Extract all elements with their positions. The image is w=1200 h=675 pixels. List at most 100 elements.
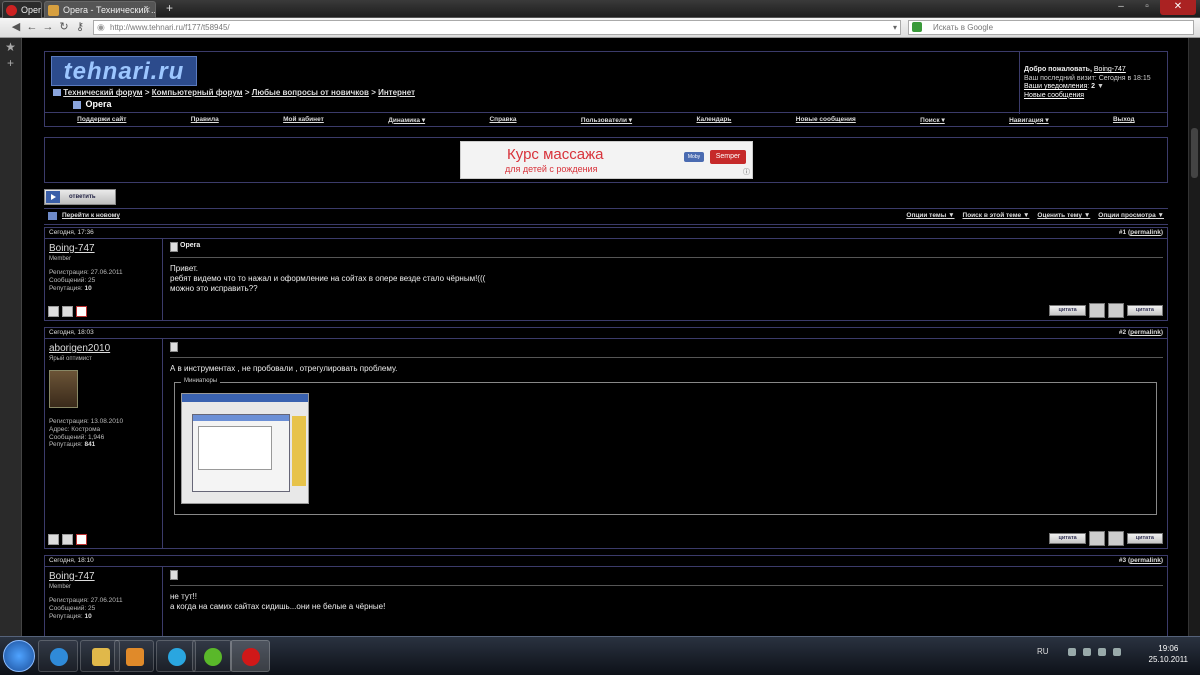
user-menu-icon[interactable] bbox=[62, 534, 73, 545]
post-body: Opera Привет. ребят видемо что то нажал … bbox=[164, 239, 1167, 320]
close-window-icon[interactable]: ✕ bbox=[1160, 0, 1196, 15]
nav-rules[interactable]: Правила bbox=[191, 116, 219, 123]
breadcrumb: Технический форум > Компьютерный форум >… bbox=[53, 88, 415, 97]
report-icon[interactable] bbox=[76, 534, 87, 545]
reload-icon[interactable]: ↻ bbox=[58, 21, 70, 34]
post-title: Opera bbox=[170, 242, 200, 252]
taskbar-media[interactable] bbox=[114, 640, 154, 672]
tray-icon[interactable] bbox=[1068, 648, 1076, 656]
add-panel-icon[interactable]: + bbox=[0, 56, 21, 70]
view-options-menu[interactable]: Опции просмотра ▼ bbox=[1098, 212, 1164, 219]
breadcrumb-item[interactable]: Интернет bbox=[378, 88, 415, 97]
taskbar-skype[interactable] bbox=[156, 640, 196, 672]
opera-icon bbox=[6, 5, 17, 16]
author-name[interactable]: aborigen2010 bbox=[49, 343, 110, 354]
author-name[interactable]: Boing-747 bbox=[49, 571, 95, 582]
system-tray bbox=[1068, 648, 1121, 656]
edit-icon[interactable] bbox=[1107, 303, 1124, 318]
back-icon[interactable]: ◀ bbox=[10, 21, 22, 34]
scroll-thumb[interactable] bbox=[1191, 128, 1198, 178]
tab-active[interactable]: Opera - Технический ... ✕ bbox=[44, 1, 156, 18]
thread-search-menu[interactable]: Поиск в этой теме ▼ bbox=[963, 212, 1030, 219]
minimize-icon[interactable]: – bbox=[1108, 0, 1134, 15]
user-link[interactable]: Boing-747 bbox=[1094, 66, 1126, 73]
address-toolbar: ◀ ← → ↻ ⚷ ◉ http://www.tehnari.ru/f177/t… bbox=[0, 18, 1200, 38]
post-header: Сегодня, 18:10 #3 (permalink) bbox=[45, 556, 1167, 567]
quote-button[interactable]: цитата bbox=[1049, 305, 1086, 316]
author-title: Member bbox=[49, 584, 72, 590]
post-date: Сегодня, 18:03 bbox=[49, 329, 94, 336]
breadcrumb-item[interactable]: Технический форум bbox=[63, 88, 142, 97]
nav-dynamics[interactable]: Динамика ▾ bbox=[388, 116, 425, 124]
thread-options-menu[interactable]: Опции темы ▼ bbox=[906, 212, 954, 219]
post-number: #2 (permalink) bbox=[1118, 329, 1163, 336]
nav-cabinet[interactable]: Мой кабинет bbox=[283, 116, 324, 123]
attachment-thumbnail[interactable] bbox=[181, 393, 309, 504]
taskbar-icq[interactable] bbox=[192, 640, 232, 672]
ad-banner[interactable]: Курс массажа для детей с рождения Moby S… bbox=[460, 141, 753, 179]
back-arrow-icon[interactable]: ← bbox=[26, 21, 38, 34]
site-logo[interactable]: tehnari.ru bbox=[51, 56, 197, 86]
ad-logo-small: Moby bbox=[684, 152, 704, 162]
taskbar-opera[interactable] bbox=[230, 640, 270, 672]
search-field[interactable]: Искать в Google bbox=[908, 20, 1194, 35]
post-text: не тут!! а когда на самих сайтах сидишь.… bbox=[170, 592, 386, 611]
breadcrumb-item[interactable]: Компьютерный форум bbox=[152, 88, 243, 97]
close-tab-icon[interactable]: ✕ bbox=[143, 2, 151, 18]
multiquote-button[interactable]: цитата bbox=[1126, 305, 1163, 316]
taskbar-ie[interactable] bbox=[38, 640, 78, 672]
avatar[interactable] bbox=[49, 370, 78, 408]
dropdown-icon[interactable]: ▼ bbox=[1097, 83, 1104, 90]
url-field[interactable]: ◉ http://www.tehnari.ru/f177/t58945/ ▾ bbox=[93, 20, 901, 35]
nav-calendar[interactable]: Календарь bbox=[696, 116, 731, 123]
url-dropdown-icon[interactable]: ▾ bbox=[893, 21, 897, 34]
forward-icon[interactable]: → bbox=[42, 21, 54, 34]
reputation-icon[interactable] bbox=[48, 534, 59, 545]
nav-help[interactable]: Справка bbox=[489, 116, 516, 123]
reply-button[interactable]: ответить bbox=[44, 189, 116, 205]
edit-icon[interactable] bbox=[1107, 531, 1124, 546]
goto-new-link[interactable]: Перейти к новому bbox=[62, 212, 120, 219]
maximize-icon[interactable]: ▫ bbox=[1134, 0, 1160, 15]
notifications-link[interactable]: Ваши уведомления bbox=[1024, 83, 1087, 90]
author-name[interactable]: Boing-747 bbox=[49, 243, 95, 254]
nav-navigation[interactable]: Навигация ▾ bbox=[1009, 116, 1049, 124]
start-button[interactable] bbox=[3, 640, 35, 672]
thanks-icon[interactable] bbox=[1088, 531, 1105, 546]
report-icon[interactable] bbox=[76, 306, 87, 317]
author-title: Ярый оптимист bbox=[49, 356, 92, 362]
nav-search[interactable]: Поиск ▾ bbox=[920, 116, 945, 124]
tray-icon[interactable] bbox=[1083, 648, 1091, 656]
new-tab-icon[interactable]: + bbox=[166, 1, 173, 15]
nav-logout[interactable]: Выход bbox=[1113, 116, 1135, 123]
nav-new-posts[interactable]: Новые сообщения bbox=[796, 116, 856, 123]
permalink[interactable]: permalink bbox=[1130, 329, 1161, 336]
media-player-icon bbox=[126, 648, 144, 666]
nav-users[interactable]: Пользователи ▾ bbox=[581, 116, 632, 124]
quote-button[interactable]: цитата bbox=[1049, 533, 1086, 544]
attachments-label: Миниатюры bbox=[181, 378, 221, 384]
page-scrollbar[interactable] bbox=[1188, 38, 1200, 636]
permalink[interactable]: permalink bbox=[1130, 229, 1161, 236]
new-posts-link[interactable]: Новые сообщения bbox=[1024, 92, 1084, 99]
user-menu-icon[interactable] bbox=[62, 306, 73, 317]
forum-navbar: Поддержи сайт Правила Мой кабинет Динами… bbox=[44, 113, 1168, 127]
rate-thread-menu[interactable]: Оценить тему ▼ bbox=[1037, 212, 1090, 219]
ad-info-icon[interactable]: ⓘ bbox=[743, 167, 750, 177]
post-buttons: цитата цитата bbox=[1049, 531, 1163, 546]
bookmark-star-icon[interactable]: ★ bbox=[0, 40, 21, 54]
divider bbox=[170, 585, 1163, 586]
permalink[interactable]: permalink bbox=[1130, 557, 1161, 564]
post-buttons: цитата цитата bbox=[1049, 303, 1163, 318]
reputation-icon[interactable] bbox=[48, 306, 59, 317]
network-icon[interactable] bbox=[1098, 648, 1106, 656]
clock[interactable]: 19:06 25.10.2011 bbox=[1149, 643, 1188, 665]
volume-icon[interactable] bbox=[1113, 648, 1121, 656]
tab-opera[interactable]: Opera bbox=[2, 1, 42, 18]
key-icon[interactable]: ⚷ bbox=[74, 21, 86, 34]
thanks-icon[interactable] bbox=[1088, 303, 1105, 318]
breadcrumb-item[interactable]: Любые вопросы от новичков bbox=[252, 88, 369, 97]
language-indicator[interactable]: RU bbox=[1037, 647, 1049, 656]
multiquote-button[interactable]: цитата bbox=[1126, 533, 1163, 544]
nav-donate[interactable]: Поддержи сайт bbox=[77, 116, 126, 123]
